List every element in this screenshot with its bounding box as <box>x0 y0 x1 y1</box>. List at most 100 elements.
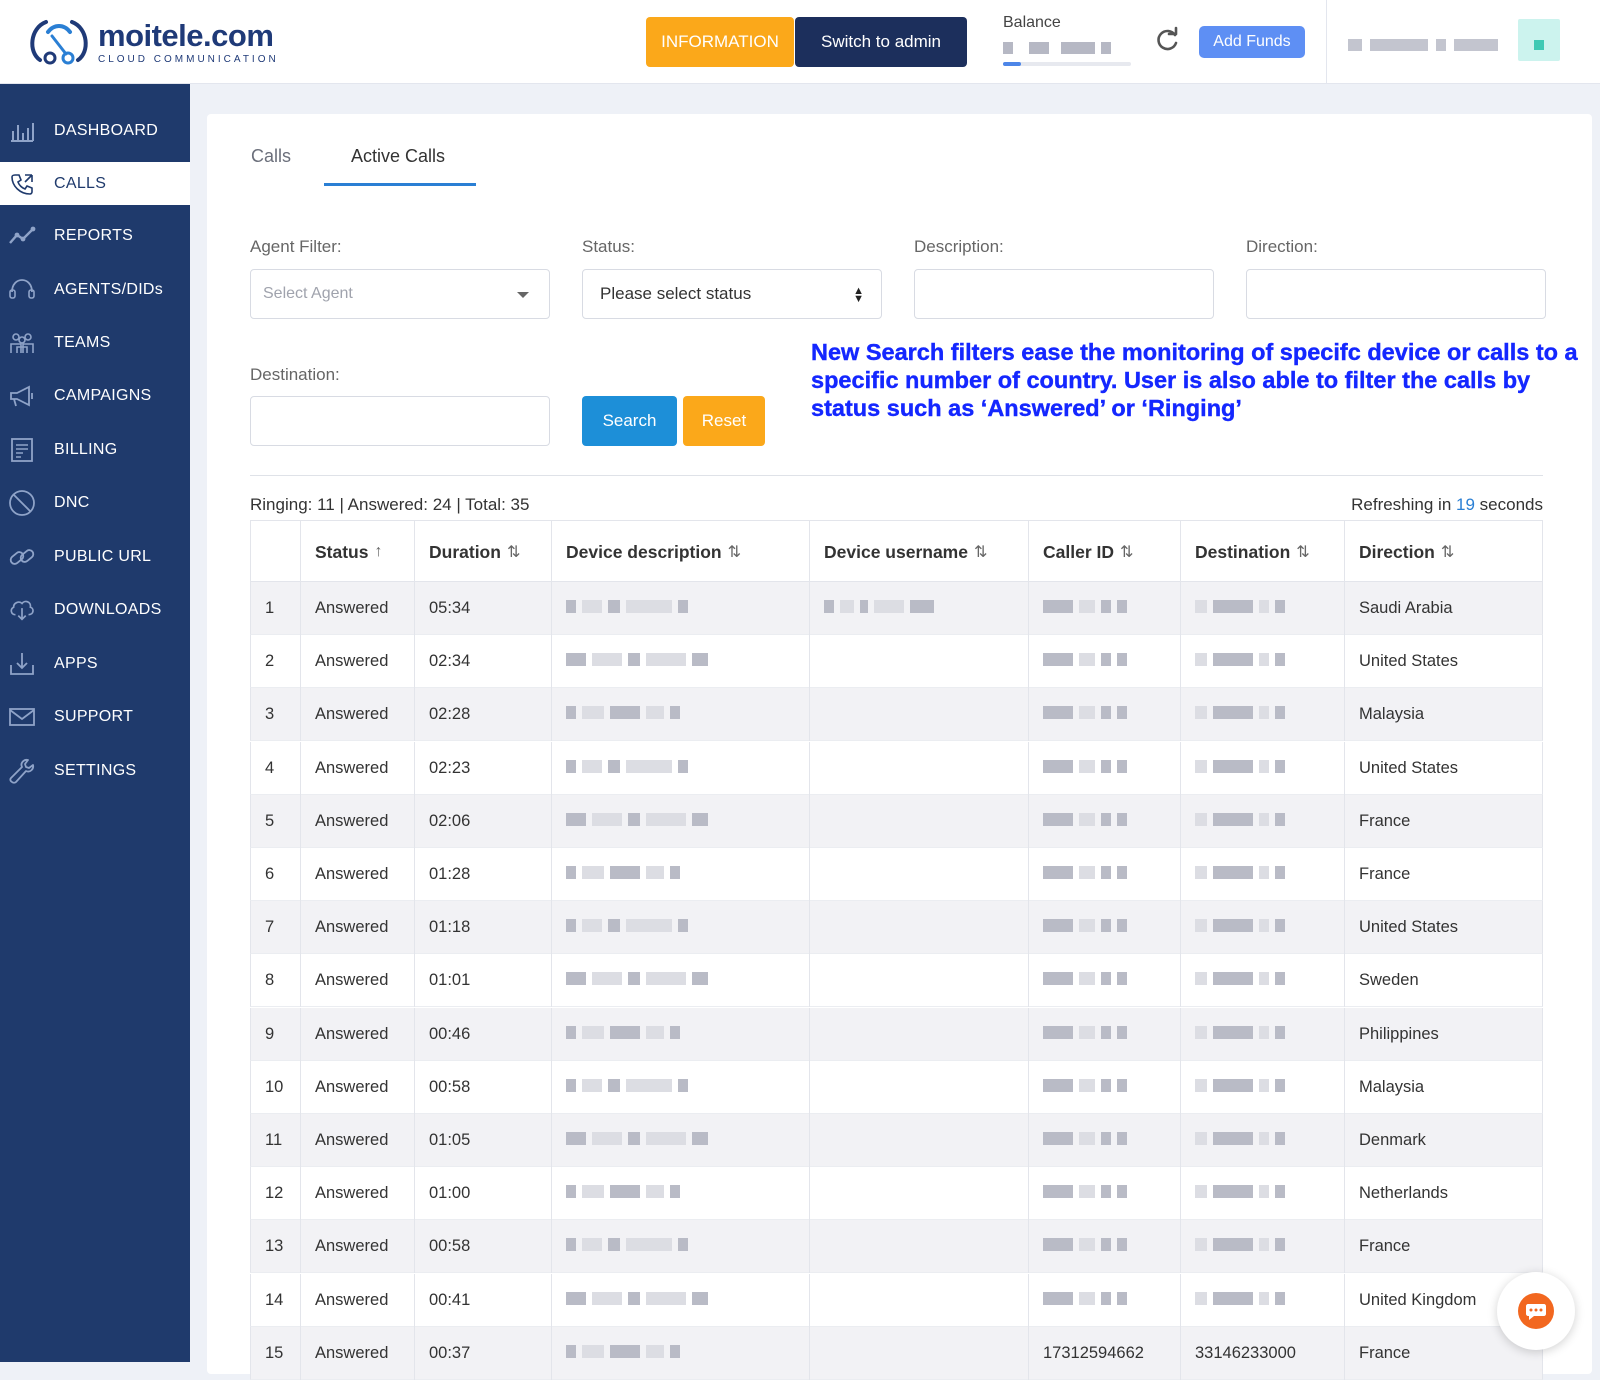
table-row[interactable]: 15 Answered 00:37 17312594662 33146233000 Fra… <box>250 1326 1543 1380</box>
device-username-cell <box>810 582 1029 635</box>
column-header-device-username[interactable]: Device username ⇅ <box>810 521 1029 583</box>
device-description-cell <box>552 794 810 848</box>
balance-progress-bar <box>1003 62 1131 66</box>
sidebar-item-calls[interactable]: CALLS <box>0 162 190 205</box>
device-description-cell <box>552 635 810 689</box>
sidebar-item-label: PUBLIC URL <box>54 547 152 565</box>
column-header-caller-id[interactable]: Caller ID ⇅ <box>1029 521 1181 583</box>
column-header-label: Caller ID <box>1043 541 1114 562</box>
caller-id-cell <box>1029 901 1181 955</box>
column-header-index <box>251 521 301 583</box>
column-header-direction[interactable]: Direction ⇅ <box>1345 521 1544 583</box>
table-row[interactable]: 1 Answered 05:34 Saudi Arabia <box>250 582 1543 635</box>
sidebar-item-apps[interactable]: APPS <box>0 642 190 685</box>
row-index-cell: 11 <box>251 1114 301 1167</box>
direction-cell: Netherlands <box>1359 1184 1448 1203</box>
table-row[interactable]: 4 Answered 02:23 United States <box>250 741 1543 795</box>
caller-id-cell <box>1029 954 1181 1008</box>
table-row[interactable]: 5 Answered 02:06 France <box>250 794 1543 848</box>
sidebar-item-label: SUPPORT <box>54 707 134 725</box>
destination-cell <box>1181 954 1345 1008</box>
table-row[interactable]: 6 Answered 01:28 France <box>250 848 1543 901</box>
sidebar-item-reports[interactable]: REPORTS <box>0 214 190 257</box>
sort-asc-icon: ↑ <box>374 543 383 560</box>
moitele-logo[interactable]: moitele.com CLOUD COMMUNICATION <box>26 14 279 70</box>
duration-cell: 05:34 <box>415 582 552 635</box>
column-header-duration[interactable]: Duration ⇅ <box>415 521 552 583</box>
sidebar-item-dashboard[interactable]: DASHBOARD <box>0 109 190 152</box>
agent-filter-placeholder: Select Agent <box>263 285 353 302</box>
device-description-cell <box>552 1273 810 1327</box>
sidebar-item-agents[interactable]: AGENTS/DIDs <box>0 268 190 311</box>
destination-cell <box>1181 582 1345 635</box>
switch-to-admin-button[interactable]: Switch to admin <box>795 17 967 67</box>
column-header-destination[interactable]: Destination ⇅ <box>1181 521 1345 583</box>
device-username-cell <box>810 688 1029 742</box>
avatar[interactable] <box>1518 19 1560 61</box>
description-input[interactable] <box>914 269 1214 319</box>
sidebar-item-teams[interactable]: TEAMS <box>0 321 190 364</box>
sidebar-item-campaigns[interactable]: CAMPAIGNS <box>0 374 190 417</box>
sidebar-item-support[interactable]: SUPPORT <box>0 695 190 738</box>
status-cell: Answered <box>301 1326 415 1380</box>
destination-cell <box>1181 1007 1345 1061</box>
row-index-cell: 2 <box>251 635 301 689</box>
redacted-value <box>824 600 934 613</box>
sort-icon: ⇅ <box>1440 544 1455 561</box>
header-divider <box>1326 0 1327 84</box>
redacted-value <box>1195 1185 1285 1199</box>
redacted-value <box>1043 972 1127 986</box>
add-funds-button[interactable]: Add Funds <box>1199 26 1305 58</box>
caller-id-cell <box>1029 1007 1181 1061</box>
redacted-value <box>566 972 708 986</box>
table-row[interactable]: 13 Answered 00:58 France <box>250 1220 1543 1274</box>
reset-button[interactable]: Reset <box>683 396 765 446</box>
refresh-icon[interactable] <box>1153 26 1181 54</box>
information-button[interactable]: INFORMATION <box>646 17 794 67</box>
device-username-cell <box>810 741 1029 795</box>
direction-input[interactable] <box>1246 269 1546 319</box>
table-row[interactable]: 12 Answered 01:00 Netherlands <box>250 1167 1543 1221</box>
megaphone-icon <box>8 383 36 409</box>
sidebar-item-label: APPS <box>54 654 98 672</box>
sidebar-item-billing[interactable]: BILLING <box>0 428 190 471</box>
sidebar-item-settings[interactable]: SETTINGS <box>0 749 190 792</box>
column-header-status[interactable]: Status ↑ <box>301 521 415 583</box>
table-row[interactable]: 8 Answered 01:01 Sweden <box>250 954 1543 1008</box>
search-button[interactable]: Search <box>582 396 677 446</box>
table-row[interactable]: 14 Answered 00:41 United Kingdom <box>250 1273 1543 1327</box>
phone-calls-icon <box>8 171 36 197</box>
table-row[interactable]: 7 Answered 01:18 United States <box>250 901 1543 955</box>
user-name-redacted[interactable] <box>1348 39 1498 51</box>
sidebar-item-public-url[interactable]: PUBLIC URL <box>0 535 190 578</box>
column-header-label: Direction <box>1359 541 1435 562</box>
redacted-value <box>1043 866 1127 879</box>
table-row[interactable]: 9 Answered 00:46 Philippines <box>250 1007 1543 1061</box>
active-tab-indicator <box>324 183 476 186</box>
device-description-cell <box>552 1220 810 1274</box>
column-header-device-description[interactable]: Device description ⇅ <box>552 521 810 583</box>
table-row[interactable]: 2 Answered 02:34 United States <box>250 635 1543 689</box>
table-row[interactable]: 11 Answered 01:05 Denmark <box>250 1114 1543 1167</box>
device-description-cell <box>552 582 810 635</box>
chat-widget-button[interactable] <box>1497 1272 1575 1350</box>
destination-input[interactable] <box>250 396 550 446</box>
agent-filter-select[interactable]: Select Agent <box>250 269 550 319</box>
device-description-cell <box>552 1326 810 1380</box>
status-select[interactable]: Please select status ▲ ▼ <box>582 269 882 319</box>
device-username-cell <box>810 1007 1029 1061</box>
redacted-value <box>566 1078 688 1092</box>
sidebar-item-downloads[interactable]: DOWNLOADS <box>0 588 190 631</box>
device-description-cell <box>552 741 810 795</box>
invoice-icon <box>8 437 36 463</box>
sidebar-item-label: BILLING <box>54 440 118 458</box>
direction-label: Direction: <box>1246 237 1318 256</box>
sidebar-item-label: SETTINGS <box>54 761 137 779</box>
redacted-value <box>1195 653 1285 667</box>
redacted-value <box>1195 1025 1285 1039</box>
tab-calls[interactable]: Calls <box>251 146 291 167</box>
sidebar-item-dnc[interactable]: DNC <box>0 481 190 524</box>
tab-active-calls[interactable]: Active Calls <box>351 146 445 167</box>
table-row[interactable]: 3 Answered 02:28 Malaysia <box>250 688 1543 742</box>
table-row[interactable]: 10 Answered 00:58 Malaysia <box>250 1060 1543 1114</box>
